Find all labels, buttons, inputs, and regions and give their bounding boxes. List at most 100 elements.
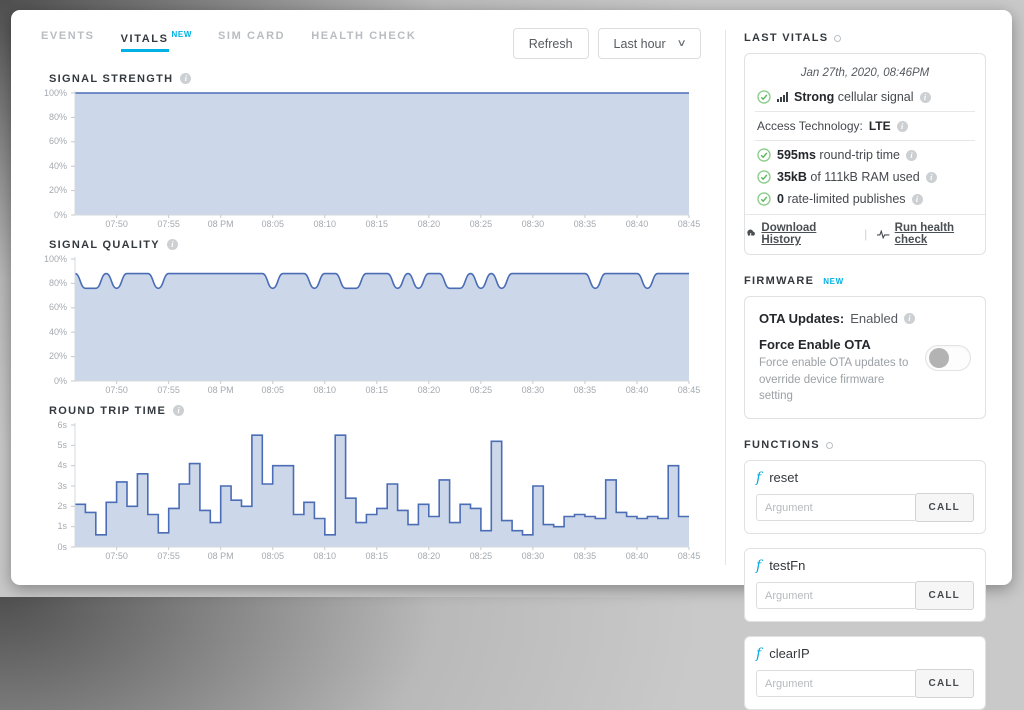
run-health-check-link[interactable]: Run health check <box>877 222 985 246</box>
link-separator: | <box>864 227 867 241</box>
call-button[interactable]: CALL <box>915 581 974 610</box>
access-technology-row: Access Technology: LTE i <box>757 115 973 137</box>
pulse-icon <box>877 230 889 239</box>
x-axis-tick-label: 08 PM <box>195 551 247 561</box>
function-icon: f <box>756 647 761 661</box>
new-badge: NEW <box>823 277 843 286</box>
download-history-link[interactable]: Download History <box>745 222 854 246</box>
function-argument-input[interactable] <box>756 582 917 609</box>
time-range-dropdown[interactable]: Last hour ∨ <box>598 28 701 59</box>
chart-title-signal-strength: SIGNAL STRENGTH <box>49 73 173 85</box>
tab-health-check[interactable]: HEALTH CHECK <box>311 30 416 51</box>
cloud-download-icon <box>745 229 756 239</box>
check-circle-icon <box>757 170 771 184</box>
x-axis-tick-label: 08:45 <box>663 219 715 229</box>
x-axis-tick-label: 08:15 <box>351 551 403 561</box>
info-icon[interactable]: i <box>897 121 908 132</box>
x-axis-tick-label: 08:05 <box>247 551 299 561</box>
function-argument-input[interactable] <box>756 670 917 697</box>
tab-vitals[interactable]: VITALSNEW <box>121 30 192 57</box>
round-trip-metric-row: 595ms round-trip time i <box>757 144 973 166</box>
new-badge: NEW <box>172 30 192 39</box>
info-ring-icon[interactable] <box>826 442 833 449</box>
x-axis-tick-label: 07:55 <box>143 219 195 229</box>
y-axis-tick-label: 40% <box>41 327 67 337</box>
chevron-down-icon: ∨ <box>676 38 686 49</box>
chart-canvas <box>41 257 691 397</box>
functions-title: FUNCTIONS <box>744 439 820 451</box>
info-icon[interactable]: i <box>926 172 937 183</box>
chart-toolbar: Refresh Last hour ∨ <box>513 28 701 59</box>
y-axis-tick-label: 0% <box>41 210 67 220</box>
x-axis-tick-label: 08:25 <box>455 551 507 561</box>
y-axis-tick-label: 3s <box>41 481 67 491</box>
x-axis-tick-label: 08:45 <box>663 385 715 395</box>
x-axis-tick-label: 08:15 <box>351 219 403 229</box>
info-icon[interactable]: i <box>920 92 931 103</box>
function-icon: f <box>756 471 761 485</box>
device-vitals-dashboard: EVENTS VITALSNEW SIM CARD HEALTH CHECK R… <box>11 10 1012 585</box>
x-axis-tick-label: 08:20 <box>403 551 455 561</box>
call-button[interactable]: CALL <box>915 493 974 522</box>
info-icon[interactable]: i <box>173 405 184 416</box>
force-ota-toggle[interactable] <box>925 345 971 371</box>
x-axis-tick-label: 08:35 <box>559 385 611 395</box>
y-axis-tick-label: 80% <box>41 112 67 122</box>
function-card-reset: freset CALL <box>744 460 986 534</box>
x-axis-tick-label: 08:30 <box>507 219 559 229</box>
y-axis-tick-label: 100% <box>41 254 67 264</box>
info-icon[interactable]: i <box>904 313 915 324</box>
x-axis-tick-label: 08:35 <box>559 551 611 561</box>
info-icon[interactable]: i <box>912 194 923 205</box>
y-axis-tick-label: 2s <box>41 501 67 511</box>
info-ring-icon[interactable] <box>834 35 841 42</box>
function-name: reset <box>769 470 798 485</box>
info-icon[interactable]: i <box>167 239 178 250</box>
time-range-value: Last hour <box>614 37 666 51</box>
x-axis-tick-label: 08:10 <box>299 385 351 395</box>
function-name: clearIP <box>769 646 809 661</box>
x-axis-tick-label: 08:40 <box>611 385 663 395</box>
function-icon: f <box>756 559 761 573</box>
x-axis-tick-label: 08 PM <box>195 385 247 395</box>
x-axis-tick-label: 07:50 <box>91 219 143 229</box>
x-axis-tick-label: 08:40 <box>611 551 663 561</box>
info-icon[interactable]: i <box>180 73 191 84</box>
round-trip-time-chart: 0s1s2s3s4s5s6s07:5007:5508 PM08:0508:100… <box>41 423 691 563</box>
x-axis-tick-label: 08:05 <box>247 385 299 395</box>
info-icon[interactable]: i <box>906 150 917 161</box>
signal-strength-chart: 0%20%40%60%80%100%07:5007:5508 PM08:0508… <box>41 91 691 231</box>
chart-canvas <box>41 91 691 231</box>
x-axis-tick-label: 08:40 <box>611 219 663 229</box>
force-enable-ota-title: Force Enable OTA <box>759 337 925 352</box>
signal-quality-chart: 0%20%40%60%80%100%07:5007:5508 PM08:0508… <box>41 257 691 397</box>
y-axis-tick-label: 4s <box>41 460 67 470</box>
x-axis-tick-label: 08 PM <box>195 219 247 229</box>
signal-bars-icon <box>777 92 788 102</box>
y-axis-tick-label: 0% <box>41 376 67 386</box>
function-card-testfn: ftestFn CALL <box>744 548 986 622</box>
chart-title-round-trip-time: ROUND TRIP TIME <box>49 405 166 417</box>
ota-updates-row: OTA Updates: Enabled i <box>759 311 971 326</box>
tab-sim-card[interactable]: SIM CARD <box>218 30 285 51</box>
tab-events[interactable]: EVENTS <box>41 30 95 51</box>
function-argument-input[interactable] <box>756 494 917 521</box>
call-button[interactable]: CALL <box>915 669 974 698</box>
y-axis-tick-label: 20% <box>41 351 67 361</box>
y-axis-tick-label: 60% <box>41 136 67 146</box>
x-axis-tick-label: 08:30 <box>507 385 559 395</box>
sidebar: LAST VITALS Jan 27th, 2020, 08:46PM Stro… <box>726 10 1012 585</box>
x-axis-tick-label: 08:05 <box>247 219 299 229</box>
chart-canvas <box>41 423 691 563</box>
rate-limited-metric-row: 0 rate-limited publishes i <box>757 188 973 210</box>
y-axis-tick-label: 80% <box>41 278 67 288</box>
last-vitals-card: Jan 27th, 2020, 08:46PM Strong cellular … <box>744 53 986 255</box>
function-name: testFn <box>769 558 805 573</box>
function-card-clearip: f clearIP CALL <box>744 636 986 710</box>
x-axis-tick-label: 07:55 <box>143 385 195 395</box>
refresh-button[interactable]: Refresh <box>513 28 589 59</box>
x-axis-tick-label: 08:35 <box>559 219 611 229</box>
x-axis-tick-label: 07:50 <box>91 385 143 395</box>
last-vitals-title: LAST VITALS <box>744 32 828 44</box>
cellular-signal-row: Strong cellular signal i <box>757 86 973 108</box>
